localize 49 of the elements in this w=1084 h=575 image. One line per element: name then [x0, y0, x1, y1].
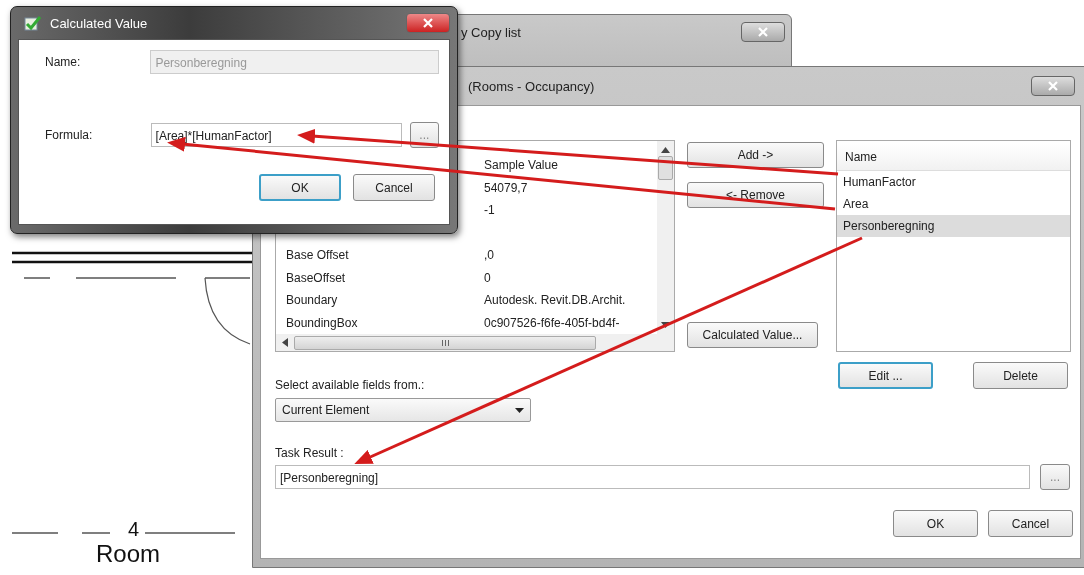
horizontal-scrollbar[interactable]	[276, 334, 674, 351]
list-edit-button[interactable]: Delete	[973, 362, 1068, 389]
down-arrow-icon[interactable]	[661, 322, 670, 328]
up-arrow-icon[interactable]	[661, 147, 670, 153]
close-icon	[1048, 81, 1058, 91]
field-name: BaseOffset	[286, 270, 346, 285]
scroll-thumb[interactable]	[294, 335, 596, 350]
close-icon	[758, 27, 768, 37]
dialog-button[interactable]: OK	[893, 510, 978, 537]
dialog-button[interactable]: Cancel	[988, 510, 1073, 537]
close-icon	[423, 18, 433, 28]
field-value: 0c907526-f6fe-405f-bd4f-	[484, 315, 620, 330]
task-result-label: Task Result :	[275, 446, 345, 460]
left-arrow-icon[interactable]	[282, 338, 288, 347]
dialog-title: Calculated Value	[50, 15, 149, 31]
dialog-button[interactable]: Cancel	[353, 174, 435, 201]
close-button[interactable]	[1031, 76, 1075, 96]
list-edit-button[interactable]: Edit ...	[838, 362, 933, 389]
field-value: -1	[484, 203, 495, 218]
task-result-field[interactable]: [Personberegning]	[275, 465, 1030, 489]
vertical-scrollbar[interactable]	[657, 141, 674, 334]
column-header: Sample Value	[484, 158, 558, 173]
dialog-button[interactable]: OK	[259, 174, 341, 201]
list-item[interactable]: HumanFactor	[837, 171, 1070, 193]
field-name: Base Offset	[286, 248, 349, 263]
name-label: Name:	[45, 55, 82, 69]
list-item[interactable]: Area	[837, 193, 1070, 215]
formula-field[interactable]: [Area]*[HumanFactor]	[150, 123, 402, 147]
field-value: 54079,7	[484, 180, 528, 195]
close-button[interactable]	[741, 22, 785, 42]
selected-fields-list[interactable]: Name HumanFactor Area Personberegning	[836, 140, 1071, 352]
formula-label: Formula:	[45, 128, 94, 142]
calculated-value-button[interactable]: Calculated Value...	[687, 322, 818, 348]
field-value: 0	[484, 270, 491, 285]
field-value: ,0	[484, 248, 494, 263]
room-label: Room	[96, 540, 161, 568]
close-button[interactable]	[406, 13, 450, 33]
window-title: y Copy list	[461, 24, 521, 40]
list-item[interactable]: Personberegning	[837, 215, 1070, 237]
caret-icon	[515, 407, 524, 413]
window-title: (Rooms - Occupancy)	[468, 78, 595, 94]
field-name: Boundary	[286, 293, 338, 308]
source-dropdown[interactable]: Current Element	[275, 398, 531, 422]
field-name: BoundingBox	[286, 315, 358, 330]
field-value: Autodesk. Revit.DB.Archit.	[484, 293, 626, 308]
source-label: Select available fields from.:	[275, 378, 426, 392]
room-number: 4	[128, 518, 140, 541]
list-action-button[interactable]: Add ->	[687, 142, 824, 168]
check-icon	[24, 15, 42, 31]
